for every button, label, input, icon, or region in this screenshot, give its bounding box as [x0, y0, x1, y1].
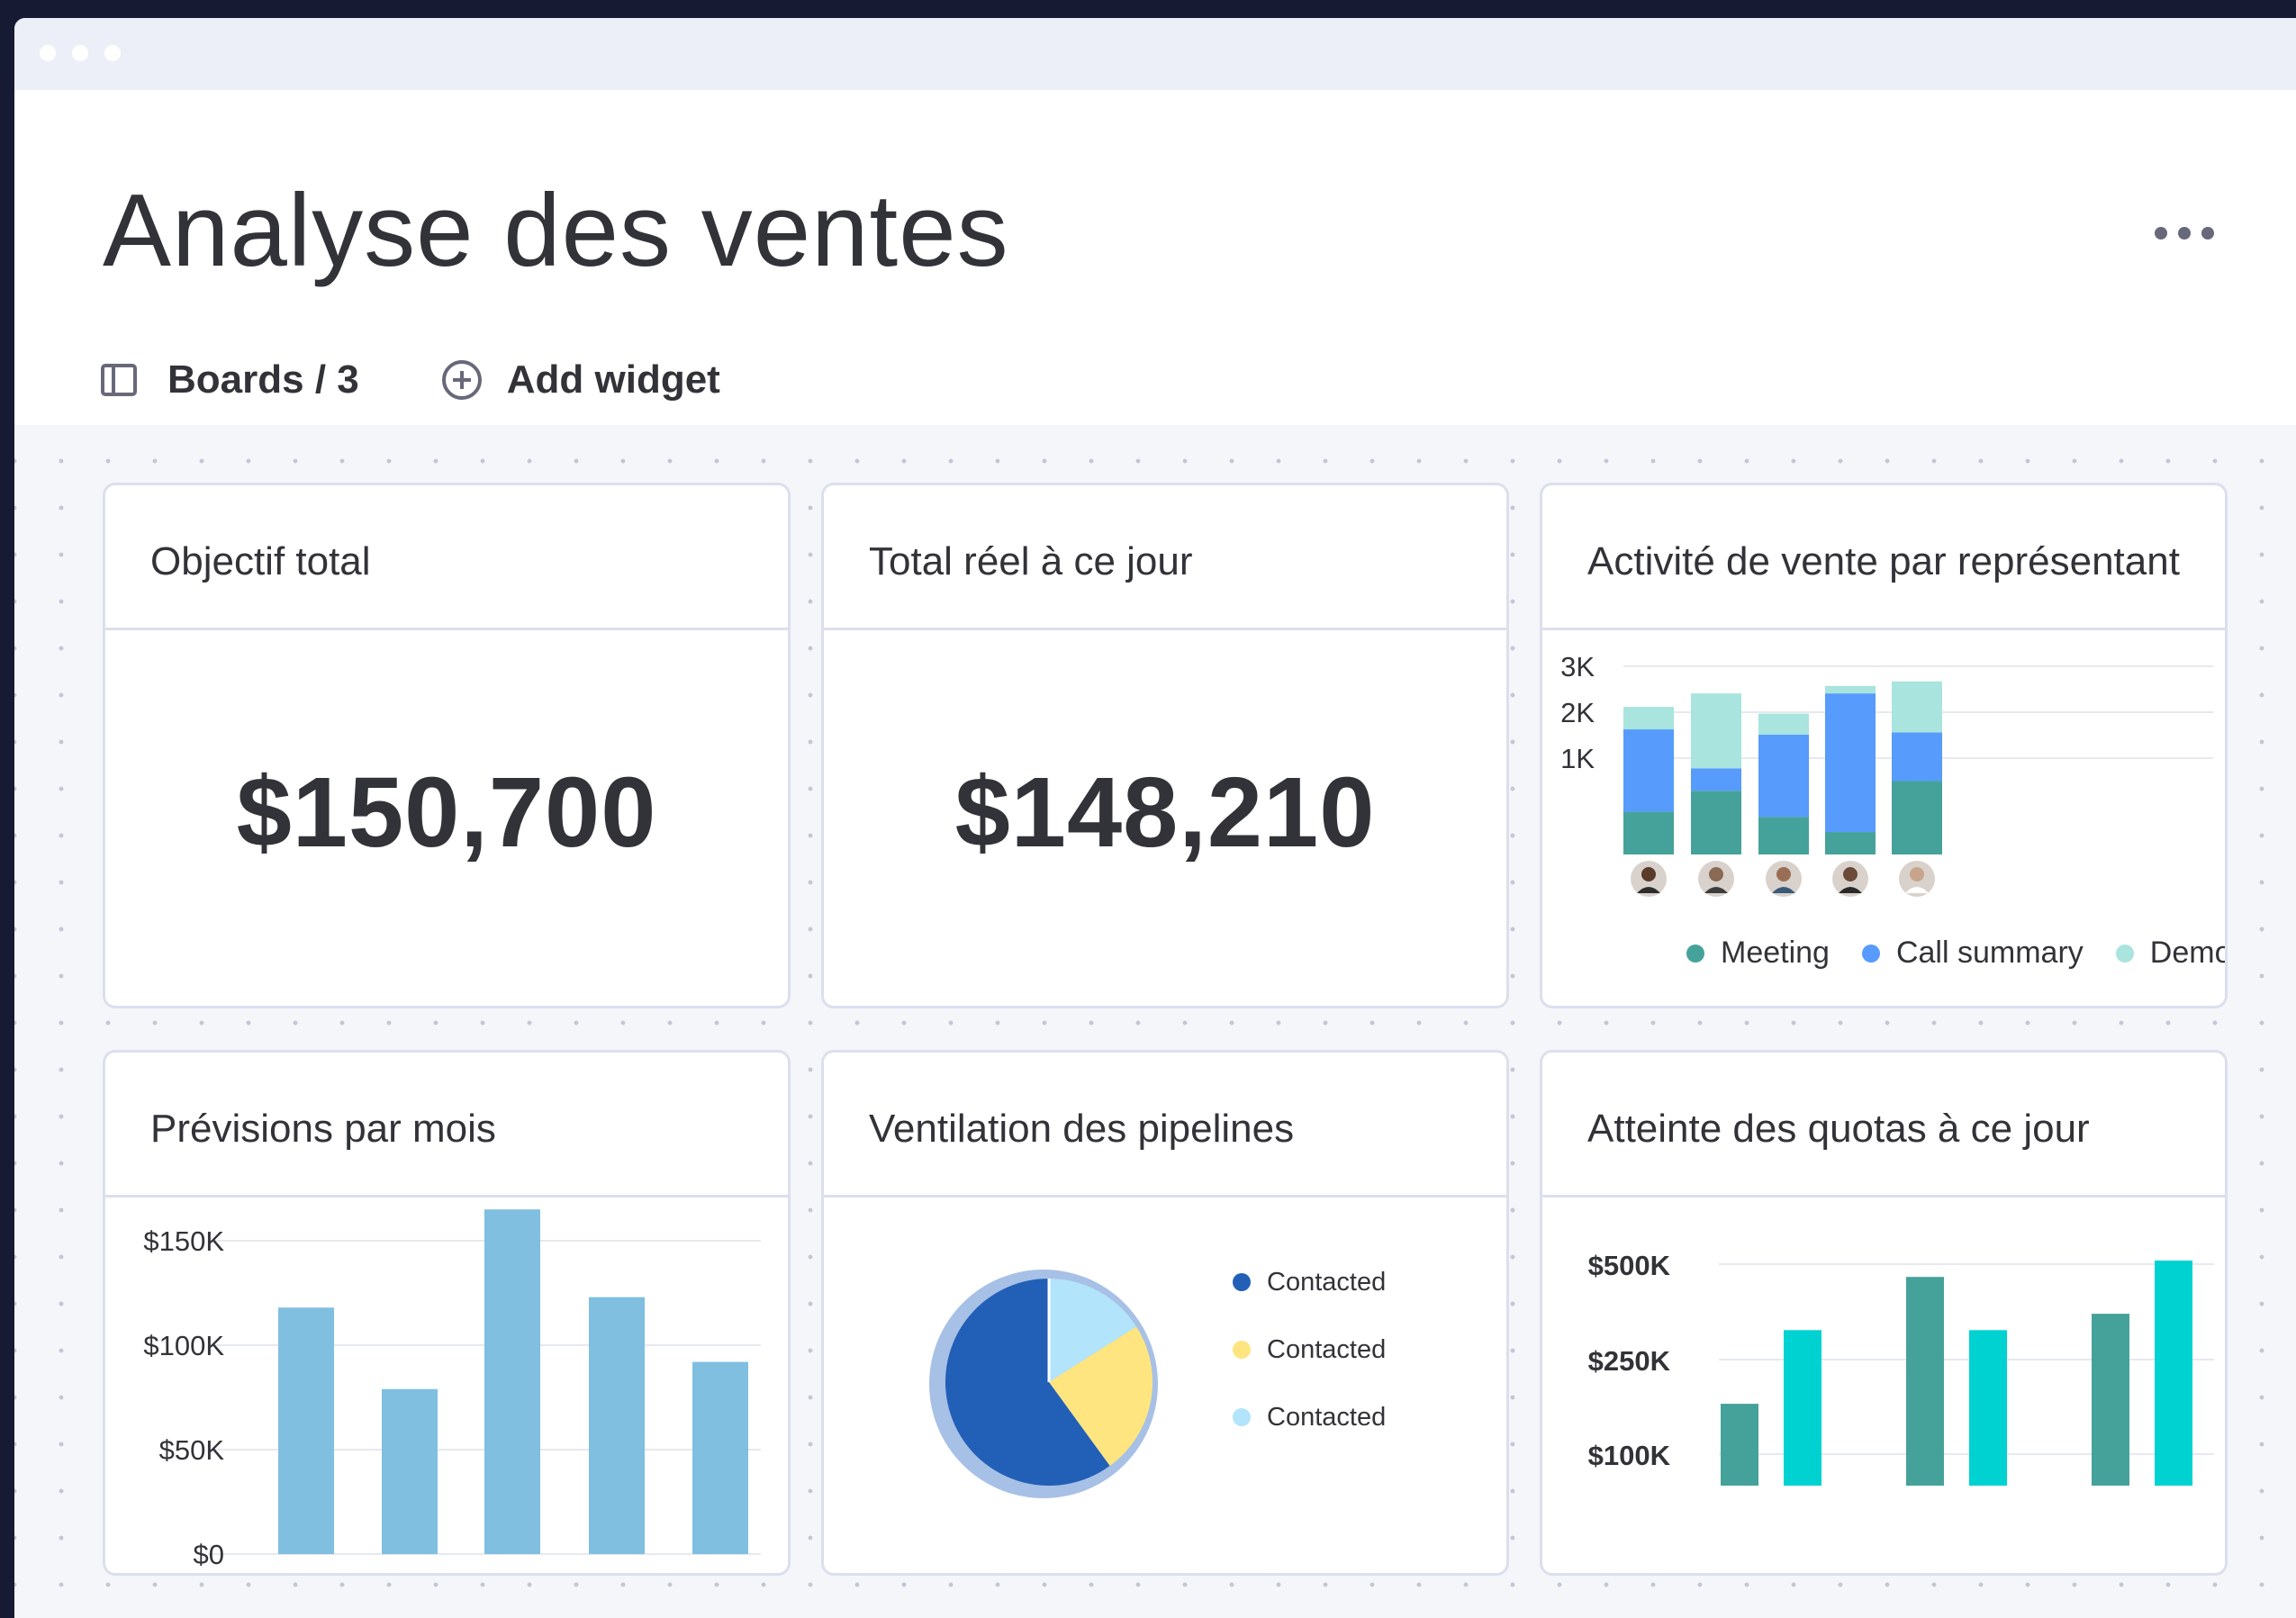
- legend-dot-icon: [2115, 944, 2134, 963]
- bar-segment-demo: [1623, 707, 1674, 730]
- y-tick-label: 3K: [1560, 651, 1595, 682]
- bar-segment-meeting: [1825, 832, 1876, 854]
- grouped-bar-chart: $100K $250K $500K: [1588, 1250, 2214, 1486]
- legend-label: Call summary: [1895, 936, 2084, 970]
- legend-dot-icon: [1233, 1273, 1251, 1291]
- widget-total-reel[interactable]: Total réel à ce jour $148,210: [821, 483, 1509, 1008]
- forecast-bar: [382, 1388, 438, 1554]
- boards-button[interactable]: Boards / 3: [101, 357, 359, 402]
- forecast-bar: [589, 1297, 645, 1554]
- quota-bar: [2155, 1261, 2192, 1486]
- legend-label: Contacted: [1267, 1334, 1387, 1364]
- pie-legend-item: Contacted: [1233, 1402, 1387, 1432]
- page-header: Analyse des ventes Boards / 3 Add widget: [14, 90, 2296, 477]
- dot-icon: [2201, 227, 2214, 240]
- widget-quotas[interactable]: Atteinte des quotas à ce jour $100K $250K…: [1540, 1050, 2228, 1576]
- bar-segment-demo: [1825, 685, 1876, 694]
- bar-segment-meeting: [1691, 791, 1741, 854]
- avatar-head-icon: [1843, 867, 1858, 881]
- forecast-bar: [484, 1209, 540, 1554]
- y-tick-label: $500K: [1588, 1250, 1671, 1281]
- forecast-bar: [278, 1307, 334, 1554]
- legend-label: Contacted: [1267, 1402, 1387, 1432]
- widget-title: Objectif total: [150, 539, 371, 583]
- chart-legend: Meeting Call summary Demo: [1686, 936, 2228, 971]
- bar-segment-meeting: [1892, 781, 1942, 854]
- avatar-head-icon: [1910, 867, 1924, 881]
- widget-title: Activité de vente par représentant: [1587, 539, 2180, 583]
- bar-segment-call-summary: [1758, 734, 1809, 818]
- dashboard-canvas: Objectif total $150,700 Total réel à ce …: [14, 425, 2296, 1618]
- dashboard-toolbar: Boards / 3 Add widget: [101, 351, 720, 409]
- legend-dot-icon: [1686, 944, 1704, 963]
- pie-legend-item: Contacted: [1233, 1267, 1387, 1297]
- legend-dot-icon: [1233, 1408, 1251, 1426]
- pie-legend-item: Contacted: [1233, 1334, 1387, 1364]
- widget-title: Total réel à ce jour: [869, 539, 1193, 583]
- avatar-head-icon: [1641, 867, 1656, 881]
- app-window: Analyse des ventes Boards / 3 Add widget…: [14, 18, 2296, 1618]
- board-panel-icon: [101, 364, 137, 396]
- bar-segment-demo: [1691, 693, 1741, 769]
- add-widget-label: Add widget: [506, 357, 720, 402]
- legend-item-demo: Demo: [2115, 936, 2228, 971]
- legend-label: Contacted: [1267, 1267, 1387, 1297]
- widget-divider: [824, 628, 1506, 630]
- widget-divider: [105, 628, 788, 630]
- avatar-head-icon: [1709, 867, 1723, 881]
- y-tick-label: 1K: [1560, 743, 1595, 774]
- quota-bar: [1784, 1330, 1821, 1486]
- more-options-button[interactable]: [2151, 223, 2218, 243]
- window-dot-icon[interactable]: [72, 45, 88, 61]
- dot-icon: [2155, 227, 2167, 240]
- quota-bar: [1906, 1277, 1944, 1486]
- add-circle-icon: [441, 360, 482, 400]
- widget-title: Ventilation des pipelines: [869, 1107, 1295, 1151]
- window-titlebar: [14, 18, 2296, 90]
- bar-chart: $0 $50K $100K $150K: [143, 1209, 761, 1570]
- y-tick-label: $100K: [143, 1330, 224, 1361]
- legend-item-call-summary: Call summary: [1861, 936, 2084, 971]
- dot-icon: [2178, 227, 2191, 240]
- y-tick-label: $250K: [1588, 1345, 1671, 1377]
- legend-dot-icon: [1233, 1341, 1251, 1359]
- window-dot-icon[interactable]: [40, 45, 56, 61]
- widget-ventilation[interactable]: Ventilation des pipelines Contacted Cont…: [821, 1050, 1509, 1576]
- widget-activite-vente[interactable]: Activité de vente par représentant 1K 2K 3…: [1540, 483, 2228, 1008]
- quota-bar: [1721, 1404, 1758, 1486]
- y-tick-label: $50K: [159, 1434, 225, 1466]
- forecast-bar: [692, 1361, 748, 1554]
- bar-segment-demo: [1892, 681, 1942, 733]
- page-title: Analyse des ventes: [103, 174, 1009, 288]
- avatar-head-icon: [1776, 867, 1791, 881]
- window-dot-icon[interactable]: [104, 45, 121, 61]
- bar-segment-call-summary: [1623, 729, 1674, 812]
- quota-bar: [1969, 1330, 2007, 1486]
- legend-dot-icon: [1861, 944, 1880, 963]
- y-tick-label: $0: [194, 1539, 224, 1570]
- legend-label: Meeting: [1721, 936, 1830, 970]
- widget-title: Prévisions par mois: [150, 1107, 496, 1151]
- y-tick-label: $100K: [1588, 1440, 1671, 1471]
- boards-label: Boards / 3: [167, 357, 359, 402]
- widget-title: Atteinte des quotas à ce jour: [1587, 1107, 2090, 1151]
- bar-segment-demo: [1758, 713, 1809, 735]
- objectif-total-value: $150,700: [236, 757, 657, 868]
- legend-label: Demo: [2149, 936, 2228, 970]
- legend-item-meeting: Meeting: [1686, 936, 1830, 971]
- widget-previsions[interactable]: Prévisions par mois $0 $50K $100K $150K: [103, 1050, 791, 1576]
- y-tick-label: $150K: [143, 1225, 224, 1257]
- bar-segment-meeting: [1758, 817, 1809, 854]
- y-tick-label: 2K: [1560, 697, 1595, 728]
- pie-legend: Contacted Contacted Contacted: [1233, 1267, 1387, 1471]
- quota-bar: [2092, 1314, 2129, 1486]
- widget-objectif-total[interactable]: Objectif total $150,700: [103, 483, 791, 1008]
- bar-segment-call-summary: [1825, 693, 1876, 833]
- bar-segment-call-summary: [1892, 732, 1942, 782]
- bar-segment-meeting: [1623, 811, 1674, 854]
- add-widget-button[interactable]: Add widget: [359, 357, 720, 402]
- pie-chart: [929, 1270, 1158, 1498]
- bar-segment-call-summary: [1691, 768, 1741, 791]
- total-reel-value: $148,210: [954, 757, 1376, 868]
